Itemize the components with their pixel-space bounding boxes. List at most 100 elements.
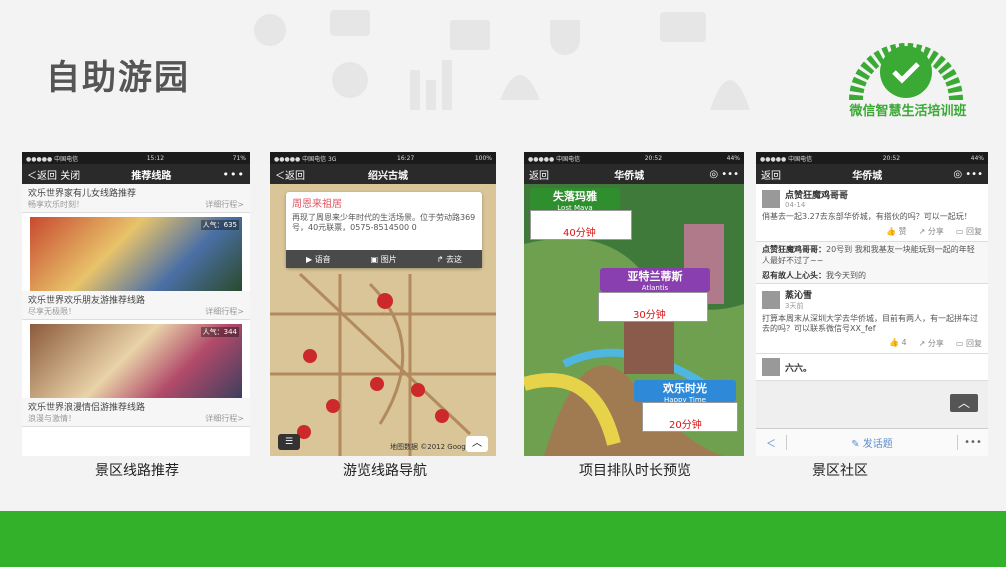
close-button[interactable]: 关闭: [60, 171, 80, 182]
slide-title: 自助游园: [46, 58, 190, 98]
nav-bar: ＜返回 关闭 推荐线路 •••: [22, 164, 250, 184]
status-bar: ●●●●● 中国电信 15:12 71%: [22, 152, 250, 164]
caption-route-navigation: 游览线路导航: [343, 463, 427, 479]
route-card[interactable]: 欢乐世界浪漫情侣游推荐线路 浪漫与激情！ 详细行程>: [22, 398, 250, 427]
wait-time-happy-time: 20分钟: [642, 402, 738, 432]
image-button[interactable]: ▣ 图片: [371, 254, 397, 265]
phone-community: ●●●●● 中国电信 20:52 44% 返回 华侨城 ◎ ••• 点赞狂魔鸡哥…: [756, 152, 988, 456]
like-button[interactable]: 👍 赞: [886, 226, 907, 237]
post-topic-button[interactable]: ✎ 发话题: [786, 435, 958, 450]
back-button[interactable]: ＜返回: [27, 171, 57, 182]
post[interactable]: 六六。: [756, 354, 988, 381]
avatar[interactable]: [762, 189, 780, 208]
reply-author[interactable]: 点赞狂魔鸡哥哥：: [762, 245, 826, 254]
post[interactable]: 点赞狂魔鸡哥哥 04-14 俏基去一起3.27去东部华侨城，有搭伙的吗？可以一起…: [756, 184, 988, 242]
clock: 20:52: [882, 154, 901, 162]
reply-button[interactable]: ▭ 回复: [956, 226, 982, 237]
share-button[interactable]: ↗ 分享: [919, 338, 944, 349]
carrier: ●●●●● 中国电信: [760, 155, 813, 163]
clock: 15:12: [146, 154, 165, 162]
detail-link[interactable]: 详细行程>: [205, 413, 244, 424]
phone-queue-time: ●●●●● 中国电信 20:52 44% 返回 华侨城 ◎ ••• 失落玛雅 Lo…: [524, 152, 744, 456]
scroll-to-top-icon[interactable]: ︿: [950, 394, 978, 412]
reply-button[interactable]: ▭ 回复: [956, 338, 982, 349]
nav-bar: 返回 华侨城 ◎ •••: [756, 164, 988, 184]
route-card[interactable]: 欢乐世界欢乐朋友游推荐线路 尽享无极限！ 详细行程>: [22, 291, 250, 320]
bottom-bar: ＜ ✎ 发话题 •••: [756, 428, 988, 456]
battery: 44%: [970, 154, 984, 162]
back-button[interactable]: 返回: [529, 167, 549, 182]
wait-time-lost-maya: 40分钟: [530, 210, 632, 240]
more-icon[interactable]: •••: [958, 437, 988, 448]
more-icon[interactable]: •••: [223, 168, 245, 181]
route-title: 欢乐世界欢乐朋友游推荐线路: [28, 296, 146, 306]
nav-title: 绍兴古城: [368, 170, 408, 182]
popularity-badge: 人气：344: [200, 327, 239, 337]
carrier: ●●●●● 中国电信: [528, 155, 581, 163]
chevron-up-icon[interactable]: ︿: [466, 436, 488, 452]
detail-link[interactable]: 详细行程>: [205, 199, 244, 210]
voice-button[interactable]: ▶ 语音: [306, 254, 331, 265]
phone-route-recommend: ●●●●● 中国电信 15:12 71% ＜返回 关闭 推荐线路 ••• 欢乐世…: [22, 152, 250, 456]
nav-title: 推荐线路: [131, 170, 172, 182]
poi-description: 再现了周恩来少年时代的生活场景。位于劳动路369号，40元联票，0575-851…: [292, 213, 476, 232]
battery: 71%: [232, 154, 246, 162]
clock: 20:52: [644, 154, 663, 162]
footer-band: [0, 511, 1006, 567]
avatar[interactable]: [762, 358, 780, 376]
poi-popup[interactable]: 周恩来祖居 再现了周恩来少年时代的生活场景。位于劳动路369号，40元联票，05…: [286, 192, 482, 268]
nav-bar: ＜返回 绍兴古城: [270, 164, 496, 184]
post[interactable]: 蒸沁雪 3天前 打算本周末从深圳大学去华侨城，目前有两人，有一起拼车过去的吗？可…: [756, 284, 988, 354]
battery: 44%: [726, 154, 740, 162]
post-text: 俏基去一起3.27去东部华侨城，有搭伙的吗？可以一起玩！: [762, 212, 972, 221]
caption-queue-time: 项目排队时长预览: [579, 463, 691, 479]
back-button[interactable]: ＜返回: [275, 167, 305, 182]
more-icon[interactable]: ◎ •••: [709, 169, 739, 180]
reply-item: 点赞狂魔鸡哥哥：20号到 我和我基友一块能玩到一起的年轻人最好不过了~~: [756, 242, 988, 268]
post-time: 3天前: [785, 302, 804, 310]
route-photo[interactable]: 人气：344: [30, 324, 242, 398]
status-bar: ●●●●● 中国电信 20:52 44%: [756, 152, 988, 164]
post-time: 04-14: [785, 201, 806, 209]
like-button[interactable]: 👍 4: [889, 338, 907, 349]
go-here-button[interactable]: ↱ 去这: [437, 254, 462, 265]
phone-route-navigation: ●●●●● 中国电信 3G 16:27 100% ＜返回 绍兴古城 周恩来祖居 …: [270, 152, 496, 456]
logo-caption: 微信智慧生活培训班: [849, 104, 967, 119]
route-photo[interactable]: 人气：635: [30, 217, 242, 291]
route-title: 欢乐世界家有儿女线路推荐: [28, 189, 137, 199]
post-author[interactable]: 蒸沁雪: [785, 288, 812, 301]
avatar[interactable]: [762, 290, 780, 309]
background-icons: [254, 10, 750, 110]
zone-sign-happy-time: 欢乐时光 Happy Time: [634, 380, 736, 404]
share-button[interactable]: ↗ 分享: [919, 226, 944, 237]
caption-community: 景区社区: [812, 463, 868, 479]
nav-title: 华侨城: [614, 170, 645, 182]
clock: 16:27: [397, 154, 415, 162]
map-credit: 地图数据 ©2012 Google: [390, 443, 472, 451]
popularity-badge: 人气：635: [200, 220, 239, 230]
back-icon[interactable]: ＜: [756, 435, 786, 450]
nav-title: 华侨城: [852, 170, 883, 182]
status-bar: ●●●●● 中国电信 3G 16:27 100%: [270, 152, 496, 164]
nav-bar: 返回 华侨城 ◎ •••: [524, 164, 744, 184]
reply-author[interactable]: 忍有故人上心头：: [762, 271, 826, 280]
wait-time-atlantis: 30分钟: [598, 292, 708, 322]
route-subtitle: 浪漫与激情！: [28, 414, 76, 423]
more-icon[interactable]: ◎ •••: [953, 169, 983, 180]
route-subtitle: 畅享欢乐时刻！: [28, 200, 84, 209]
zone-sign-lost-maya: 失落玛雅 Lost Maya: [530, 188, 620, 212]
back-button[interactable]: 返回: [761, 167, 781, 182]
post-author[interactable]: 六六。: [785, 361, 812, 374]
list-icon[interactable]: ☰: [278, 434, 300, 450]
detail-link[interactable]: 详细行程>: [205, 306, 244, 317]
reply-item: 忍有故人上心头：我今天到的: [756, 268, 988, 284]
reply-text: 我今天到的: [826, 271, 866, 280]
post-author[interactable]: 点赞狂魔鸡哥哥: [785, 188, 848, 201]
zone-sign-atlantis: 亚特兰蒂斯 Atlantis: [600, 268, 710, 292]
route-subtitle: 尽享无极限！: [28, 307, 76, 316]
route-card[interactable]: 欢乐世界家有儿女线路推荐 畅享欢乐时刻！ 详细行程>: [22, 184, 250, 213]
poi-title: 周恩来祖居: [292, 199, 342, 210]
caption-route-recommend: 景区线路推荐: [95, 463, 179, 479]
post-text: 打算本周末从深圳大学去华侨城，目前有两人，有一起拼车过去的吗？可以联系微信号XX…: [762, 314, 978, 333]
carrier: ●●●●● 中国电信: [26, 155, 79, 163]
